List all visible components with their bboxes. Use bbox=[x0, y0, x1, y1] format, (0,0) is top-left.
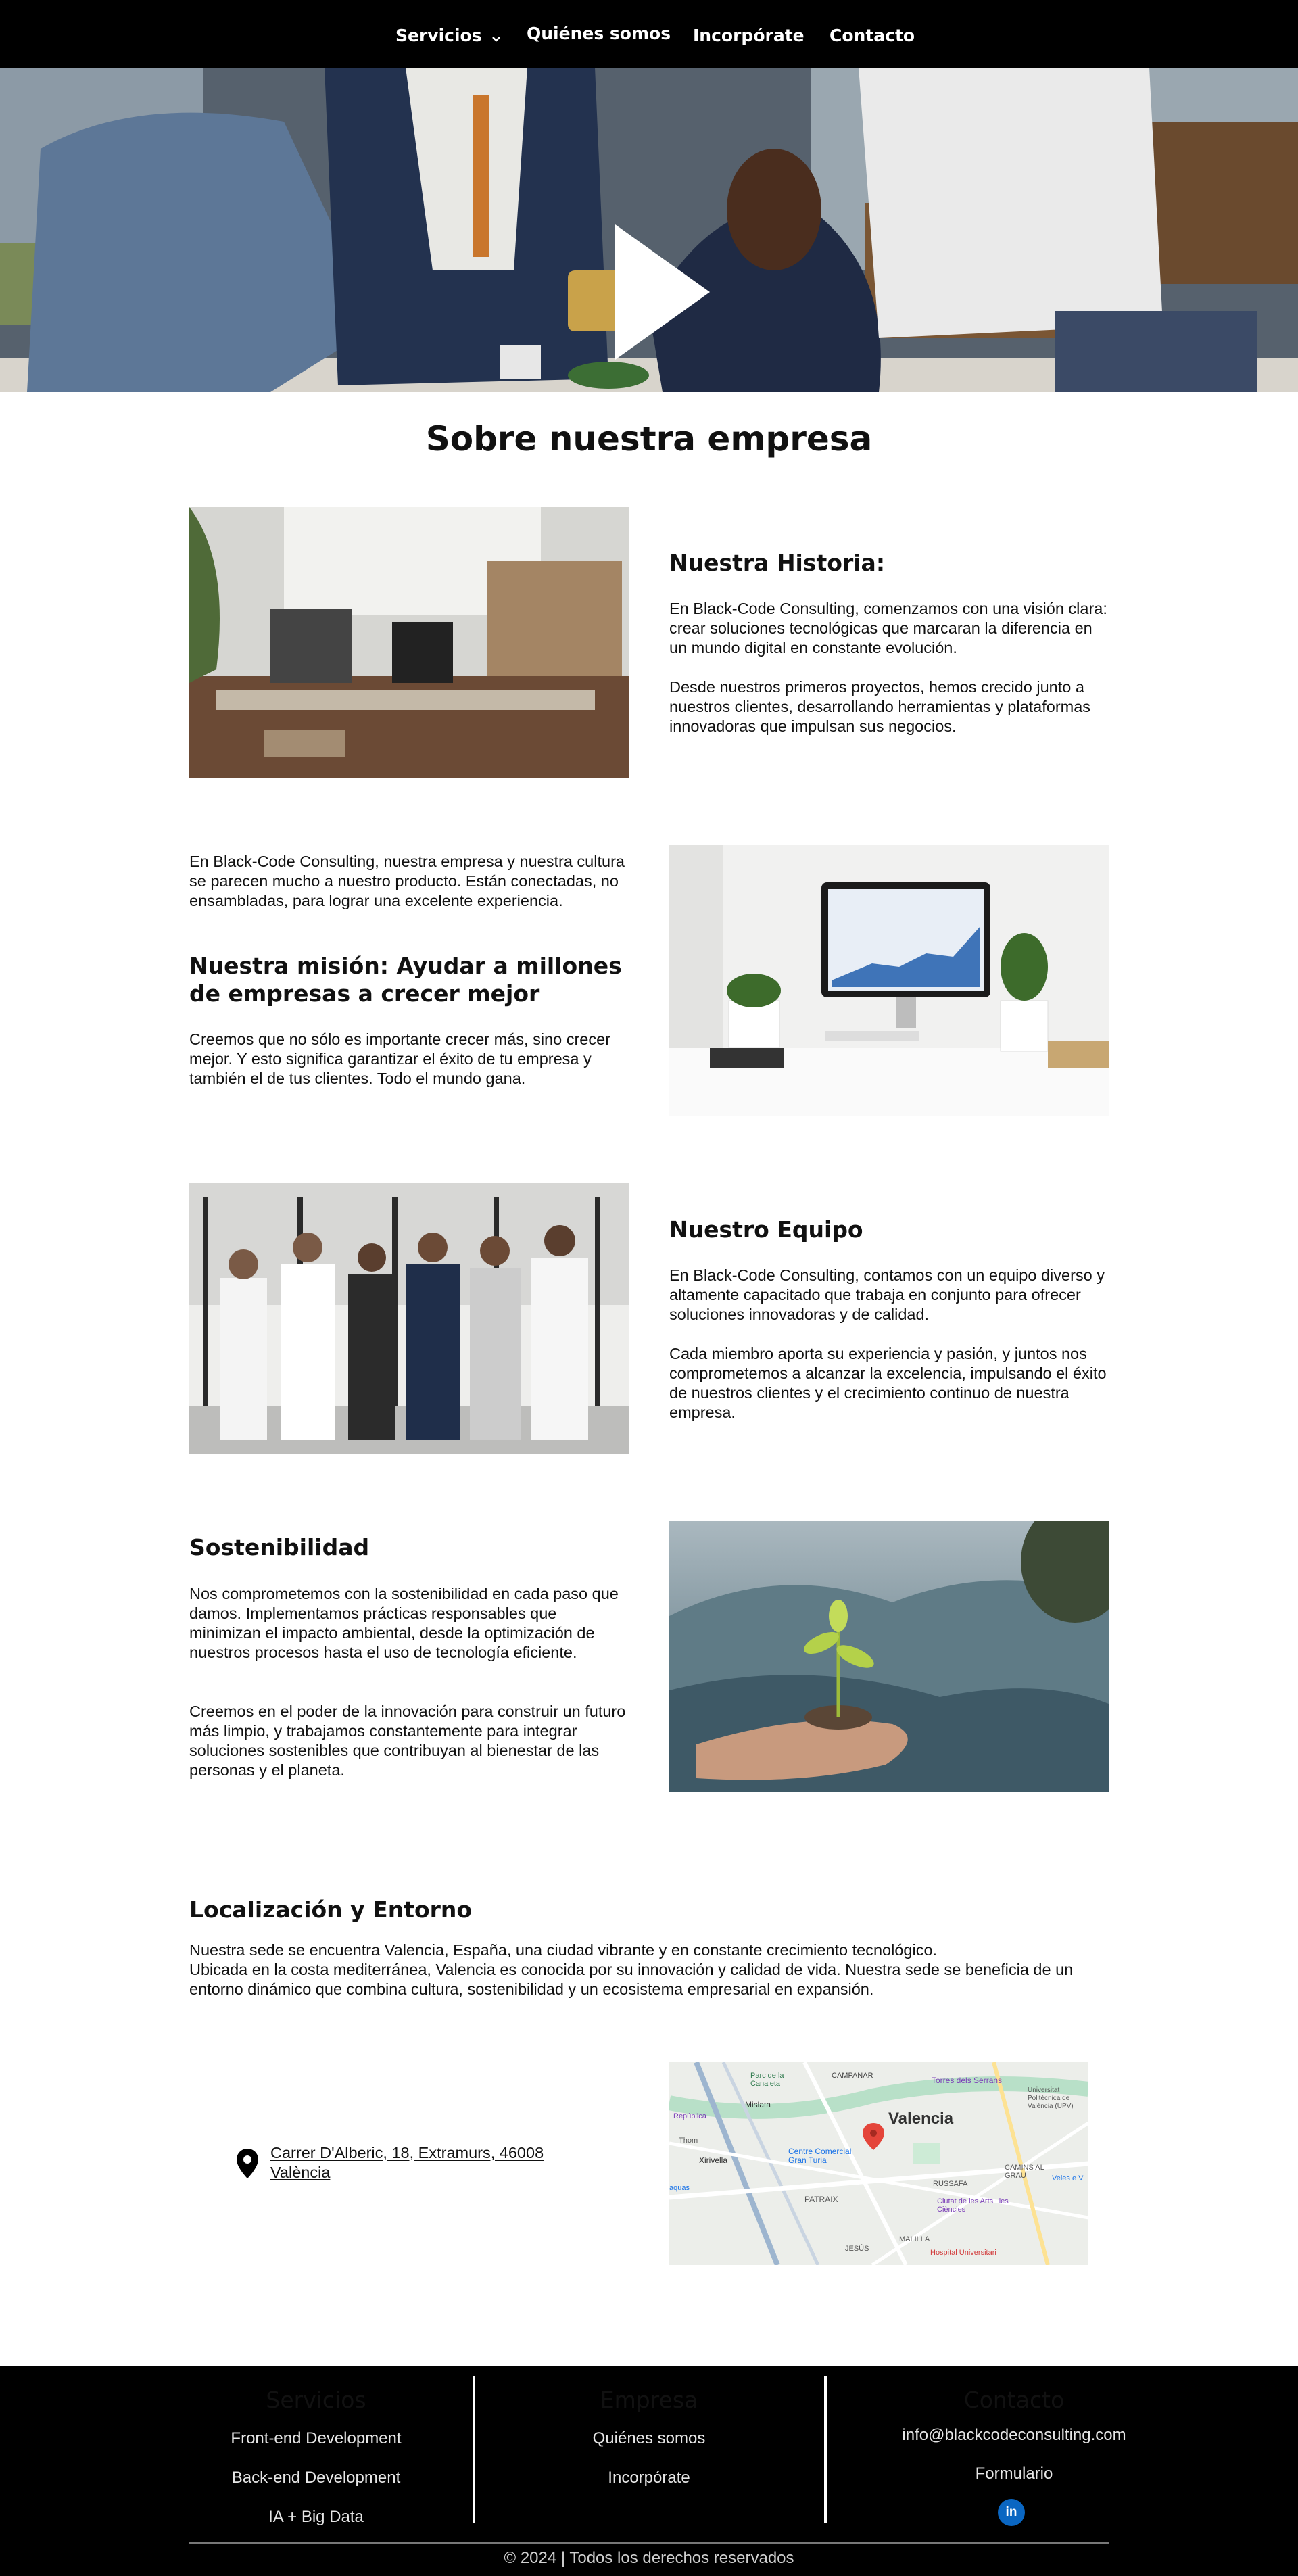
nav-quienes-somos[interactable]: Quiénes somos bbox=[527, 24, 671, 43]
history-p2: Desde nuestros primeros proyectos, hemos… bbox=[669, 678, 1091, 735]
map-label: CAMINS AL GRAU bbox=[1005, 2164, 1044, 2180]
sustainability-p1: Nos comprometemos con la sostenibilidad … bbox=[189, 1585, 619, 1661]
footer-contact-email[interactable]: info@blackcodeconsulting.com bbox=[852, 2426, 1176, 2445]
sustainability-p2: Creemos en el poder de la innovación par… bbox=[189, 1702, 626, 1779]
footer-link-incorporate[interactable]: Incorpórate bbox=[487, 2468, 811, 2487]
footer-link-backend[interactable]: Back-end Development bbox=[189, 2468, 443, 2487]
page-title: Sobre nuestra empresa bbox=[425, 419, 873, 458]
location-line2: Ubicada en la costa mediterránea, Valenc… bbox=[189, 1961, 1074, 1998]
play-icon[interactable] bbox=[608, 224, 717, 360]
map-embed[interactable]: Valencia Parc de la Canaleta Mislata Tor… bbox=[669, 2062, 1088, 2265]
address-line2: València bbox=[270, 2164, 331, 2181]
copyright: © 2024 | Todos los derechos reservados bbox=[504, 2549, 794, 2567]
sustainability-title: Sostenibilidad bbox=[189, 1534, 370, 1560]
team-p1: En Black-Code Consulting, contamos con u… bbox=[669, 1266, 1105, 1323]
team-title: Nuestro Equipo bbox=[669, 1216, 863, 1243]
map-label: Xirivella bbox=[699, 2155, 728, 2165]
location-pin-icon bbox=[237, 2149, 258, 2178]
map-label: Torres dels Serrans bbox=[932, 2076, 1003, 2085]
hero-video[interactable] bbox=[0, 68, 1298, 392]
footer-link-quienes-somos[interactable]: Quiénes somos bbox=[487, 2429, 811, 2448]
top-nav: Servicios Quiénes somos Incorpórate Cont… bbox=[0, 0, 1298, 68]
plant-image bbox=[669, 1521, 1109, 1792]
map-label: Mislata bbox=[745, 2100, 771, 2109]
nav-incorporate[interactable]: Incorpórate bbox=[693, 26, 804, 45]
location-line1: Nuestra sede se encuentra Valencia, Espa… bbox=[189, 1941, 938, 1959]
map-label: Ciutat de les Arts i les Ciències bbox=[937, 2197, 1009, 2214]
location-title: Localización y Entorno bbox=[189, 1897, 473, 1923]
map-label: Universitat Politècnica de València (UPV… bbox=[1028, 2086, 1074, 2110]
map-label: Centre Comercial Gran Turia bbox=[788, 2147, 852, 2165]
map-label: MALILLA bbox=[899, 2235, 930, 2243]
mission-p: Creemos que no sólo es importante crecer… bbox=[189, 1030, 611, 1087]
history-p1: En Black-Code Consulting, comenzamos con… bbox=[669, 600, 1107, 657]
footer-divider bbox=[824, 2376, 827, 2523]
map-label: Hospital Universitari bbox=[930, 2249, 996, 2257]
workspace-image bbox=[669, 845, 1109, 1116]
history-title: Nuestra Historia: bbox=[669, 550, 886, 576]
mission-title: Nuestra misión: Ayudar a millones de emp… bbox=[189, 953, 622, 1007]
footer-company-title: Empresa bbox=[600, 2387, 698, 2413]
footer-separator bbox=[189, 2542, 1109, 2544]
map-label: Parc de la Canaleta bbox=[750, 2072, 784, 2088]
map-label: RUSSAFA bbox=[933, 2180, 968, 2188]
mission-intro: En Black-Code Consulting, nuestra empres… bbox=[189, 853, 625, 909]
map-label: JESÚS bbox=[845, 2245, 869, 2253]
map-city-label: Valencia bbox=[888, 2109, 954, 2128]
team-p2: Cada miembro aporta su experiencia y pas… bbox=[669, 1345, 1107, 1421]
map-label: República bbox=[673, 2112, 706, 2120]
linkedin-icon[interactable]: in bbox=[998, 2499, 1025, 2526]
map-label: CAMPANAR bbox=[832, 2072, 873, 2080]
footer-services-title: Servicios bbox=[266, 2387, 366, 2413]
office-image bbox=[189, 507, 629, 778]
footer-contact-form[interactable]: Formulario bbox=[852, 2464, 1176, 2483]
map-label: aquas bbox=[669, 2184, 690, 2192]
nav-contacto[interactable]: Contacto bbox=[830, 26, 915, 45]
address-link[interactable]: Carrer D'Alberic, 18, Extramurs, 46008 V… bbox=[270, 2143, 544, 2183]
map-label: Veles e V bbox=[1052, 2174, 1084, 2183]
footer-link-ia-bigdata[interactable]: IA + Big Data bbox=[189, 2508, 443, 2527]
footer-link-frontend[interactable]: Front-end Development bbox=[189, 2429, 443, 2448]
chevron-down-icon bbox=[491, 27, 501, 47]
footer-divider bbox=[473, 2376, 475, 2523]
address-line1: Carrer D'Alberic, 18, Extramurs, 46008 bbox=[270, 2144, 544, 2162]
team-image bbox=[189, 1183, 629, 1454]
nav-servicios[interactable]: Servicios bbox=[395, 26, 501, 47]
footer-contact-title: Contacto bbox=[963, 2387, 1065, 2413]
nav-servicios-label: Servicios bbox=[395, 26, 482, 45]
map-label: Thom bbox=[679, 2137, 698, 2145]
map-label: PATRAIX bbox=[804, 2195, 838, 2204]
